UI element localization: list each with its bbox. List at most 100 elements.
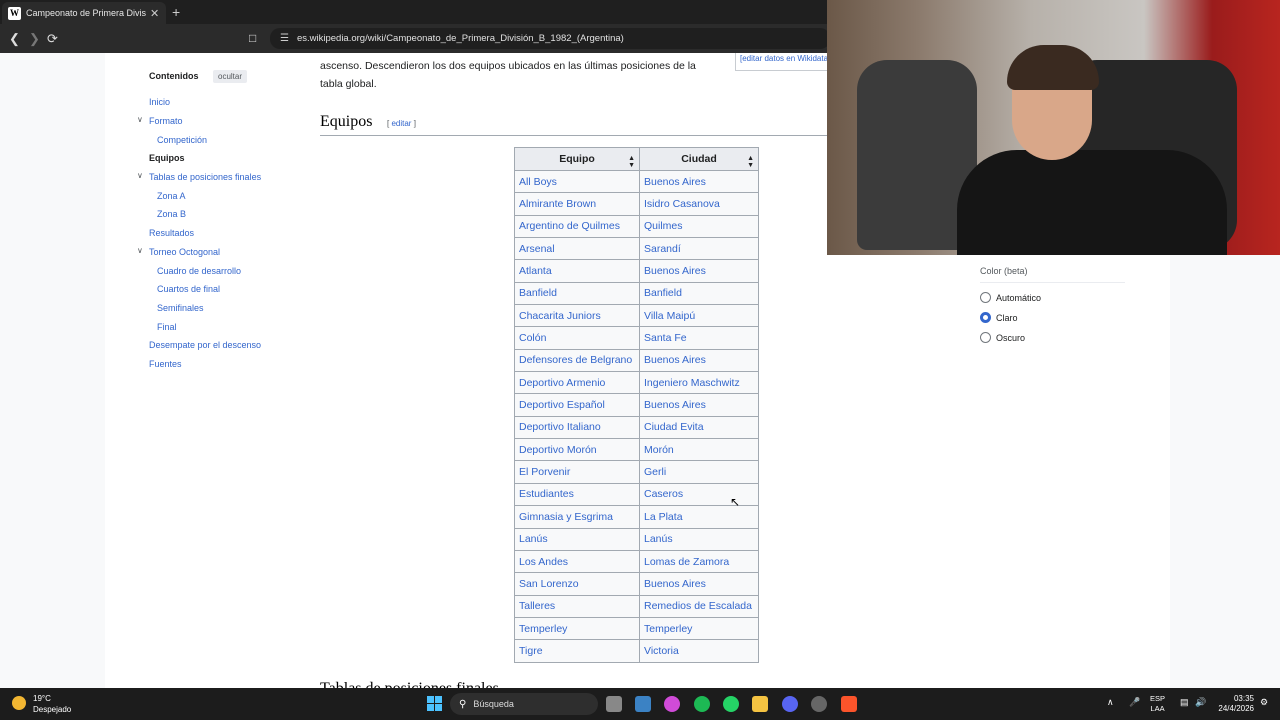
toc-item-octogonal[interactable]: Torneo Octogonal [149, 247, 220, 257]
city-link[interactable]: Morón [639, 438, 759, 462]
start-button-icon[interactable] [427, 696, 442, 711]
color-option-claro[interactable]: Claro [980, 312, 1125, 323]
city-link[interactable]: Ciudad Evita [639, 415, 759, 440]
toc-item-cuadro[interactable]: Cuadro de desarrollo [157, 266, 241, 276]
team-link[interactable]: All Boys [514, 169, 640, 194]
team-link[interactable]: El Porvenir [514, 460, 640, 484]
taskbar-search[interactable]: ⚲ Búsqueda [450, 693, 598, 715]
app-icon[interactable] [811, 696, 827, 712]
toc-item-semifinales[interactable]: Semifinales [157, 303, 204, 313]
city-link[interactable]: Gerli [639, 460, 759, 484]
city-link[interactable]: Buenos Aires [639, 348, 759, 373]
site-info-icon[interactable]: ☰ [280, 33, 289, 44]
wikidata-edit-link[interactable]: [editar datos en Wikidata] [735, 53, 830, 71]
city-link[interactable]: Banfield [639, 281, 759, 306]
city-link[interactable]: Victoria [639, 639, 759, 663]
team-link[interactable]: Banfield [514, 281, 640, 306]
color-option-oscuro[interactable]: Oscuro [980, 332, 1125, 343]
team-link[interactable]: Deportivo Armenio [514, 371, 640, 395]
app-icon[interactable] [635, 696, 651, 712]
sort-icon[interactable]: ▲ ▼ [747, 155, 754, 169]
spotify-icon[interactable] [694, 696, 710, 712]
radio-button[interactable] [980, 292, 991, 303]
radio-button[interactable] [980, 332, 991, 343]
notification-icon[interactable]: ⚙ [1260, 697, 1268, 708]
city-link[interactable]: Temperley [639, 616, 759, 641]
whatsapp-icon[interactable] [723, 696, 739, 712]
toc-hide-button[interactable]: ocultar [213, 70, 248, 83]
city-link[interactable]: Ingeniero Maschwitz [639, 371, 759, 395]
weather-moon-icon[interactable] [12, 696, 26, 710]
team-link[interactable]: Colón [514, 326, 640, 350]
city-link[interactable]: Sarandí [639, 237, 759, 261]
chevron-down-icon[interactable]: ∨ [137, 246, 143, 255]
section-edit-label[interactable]: editar [391, 119, 411, 128]
clock[interactable]: 03:35 24/4/2026 [1218, 694, 1254, 714]
team-link[interactable]: Deportivo Español [514, 393, 640, 417]
team-link[interactable]: Almirante Brown [514, 192, 640, 216]
city-link[interactable]: Caseros [639, 482, 759, 507]
toc-item-desempate[interactable]: Desempate por el descenso [149, 340, 261, 350]
team-link[interactable]: Gimnasia y Esgrima [514, 505, 640, 529]
back-icon[interactable]: ❮ [9, 31, 20, 47]
color-option-automatico[interactable]: Automático [980, 292, 1125, 303]
team-link[interactable]: Arsenal [514, 237, 640, 261]
toc-item-zona-a[interactable]: Zona A [157, 191, 186, 201]
url-field[interactable]: ☰ es.wikipedia.org/wiki/Campeonato_de_Pr… [270, 28, 830, 49]
forward-icon[interactable]: ❯ [29, 31, 40, 47]
team-link[interactable]: Los Andes [514, 549, 640, 574]
sort-icon[interactable]: ▲ ▼ [628, 155, 635, 169]
city-link[interactable]: Buenos Aires [639, 572, 759, 596]
team-link[interactable]: San Lorenzo [514, 572, 640, 596]
team-link[interactable]: Tigre [514, 639, 640, 663]
team-link[interactable]: Argentino de Quilmes [514, 214, 640, 239]
weather-condition[interactable]: Despejado [33, 705, 71, 714]
city-link[interactable]: Lomas de Zamora [639, 549, 759, 574]
city-link[interactable]: Isidro Casanova [639, 192, 759, 216]
language-indicator[interactable]: ESP LAA [1150, 694, 1165, 714]
team-link[interactable]: Defensores de Belgrano [514, 348, 640, 373]
file-explorer-icon[interactable] [752, 696, 768, 712]
city-link[interactable]: Santa Fe [639, 326, 759, 350]
brave-browser-icon[interactable] [841, 696, 857, 712]
reload-icon[interactable]: ⟳ [47, 31, 58, 47]
bookmark-icon[interactable]: □ [249, 31, 256, 45]
team-link[interactable]: Deportivo Italiano [514, 415, 640, 440]
task-view-icon[interactable] [606, 696, 622, 712]
microphone-icon[interactable]: 🎤 [1129, 697, 1140, 708]
chevron-down-icon[interactable]: ∨ [137, 115, 143, 124]
city-link[interactable]: Quilmes [639, 214, 759, 239]
city-link[interactable]: Buenos Aires [639, 259, 759, 283]
weather-temperature[interactable]: 19°C [33, 694, 51, 703]
toc-item-resultados[interactable]: Resultados [149, 228, 194, 238]
toc-item-formato[interactable]: Formato [149, 116, 183, 126]
new-tab-button[interactable]: + [172, 4, 180, 20]
city-link[interactable]: Lanús [639, 527, 759, 551]
chevron-down-icon[interactable]: ∨ [137, 171, 143, 180]
team-link[interactable]: Lanús [514, 527, 640, 551]
toc-item-fuentes[interactable]: Fuentes [149, 359, 182, 369]
radio-button-selected[interactable] [980, 312, 991, 323]
browser-tab[interactable]: W Campeonato de Primera División ✕ [2, 2, 166, 24]
toc-item-equipos[interactable]: Equipos [149, 153, 185, 163]
toc-item-zona-b[interactable]: Zona B [157, 209, 186, 219]
team-link[interactable]: Atlanta [514, 259, 640, 283]
team-link[interactable]: Estudiantes [514, 482, 640, 507]
toc-item-competicion[interactable]: Competición [157, 135, 207, 145]
city-link[interactable]: Buenos Aires [639, 169, 759, 194]
toc-item-inicio[interactable]: Inicio [149, 97, 170, 107]
copilot-icon[interactable] [664, 696, 680, 712]
city-link[interactable]: La Plata [639, 505, 759, 529]
team-link[interactable]: Chacarita Juniors [514, 304, 640, 328]
city-link[interactable]: Remedios de Escalada [639, 594, 759, 618]
network-icon[interactable]: ▤ [1180, 697, 1189, 708]
section-edit-link[interactable]: [ editar ] [387, 119, 416, 128]
column-header-equipo[interactable]: Equipo ▲ ▼ [514, 147, 640, 171]
column-header-ciudad[interactable]: Ciudad ▲ ▼ [639, 147, 759, 171]
team-link[interactable]: Talleres [514, 594, 640, 618]
discord-icon[interactable] [782, 696, 798, 712]
team-link[interactable]: Deportivo Morón [514, 438, 640, 462]
volume-icon[interactable]: 🔊 [1195, 697, 1206, 708]
team-link[interactable]: Temperley [514, 616, 640, 641]
toc-item-cuartos[interactable]: Cuartos de final [157, 284, 220, 294]
